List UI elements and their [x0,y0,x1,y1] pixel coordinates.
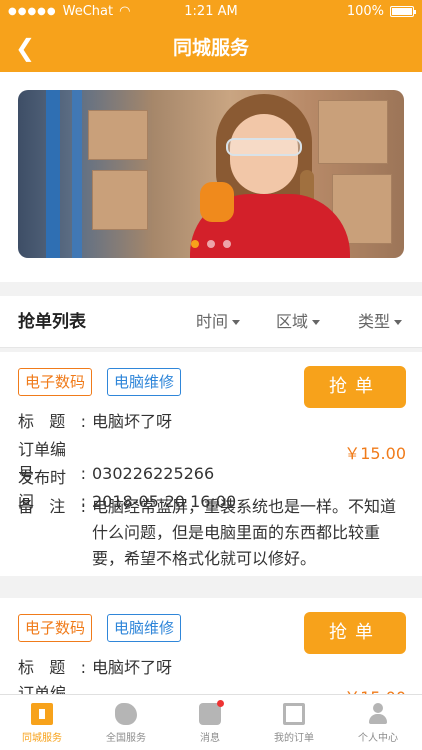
filter-region[interactable]: 区域 [276,296,321,348]
banner-image-shelf [46,90,60,258]
note-row: 备注: 电脑经常蓝屏，重装系统也是一样。不知道什么问题，但是电脑里面的东西都比较… [18,494,408,572]
banner-image-shelf [72,90,82,258]
order-title: 电脑坏了呀 [92,658,173,677]
page-title: 同城服务 [172,37,249,59]
filter-bar: 抢单列表 时间 区域 类型 [0,296,422,348]
tab-label: 同城服务 [22,733,62,744]
banner-image-box [318,100,388,164]
tab-my-orders[interactable]: 我的订单 [252,695,336,750]
order-card: 电子数码 电脑维修 抢单 标题:电脑坏了呀 订单编号:030226225266 … [0,598,422,694]
carousel-dot[interactable] [223,240,231,248]
filter-time[interactable]: 时间 [196,296,241,348]
message-icon [199,700,224,725]
order-title-row: 标题: 电脑坏了呀 [18,656,172,680]
caret-down-icon [394,320,403,325]
list-title: 抢单列表 [18,312,86,332]
banner-image-box [88,110,148,160]
grab-order-button[interactable]: 抢单 [304,366,406,408]
banner-section [0,72,422,282]
carousel-dot[interactable] [191,240,199,248]
tab-city-service[interactable]: 同城服务 [0,695,84,750]
order-card: 电子数码 电脑维修 抢单 标题:电脑坏了呀 订单编号:030226225266 … [0,352,422,576]
title-label: 标题: [18,658,86,677]
tab-profile[interactable]: 个人中心 [336,695,420,750]
battery-percent: 100% [346,4,384,19]
tab-label: 全国服务 [106,733,146,744]
banner-carousel[interactable] [18,90,404,258]
banner-image-glove [200,182,234,222]
filter-region-label: 区域 [276,312,309,331]
order-price: ￥15.00 [344,444,406,463]
user-icon [367,703,389,725]
carousel-indicators [18,240,404,248]
filter-time-label: 时间 [196,312,229,331]
tab-country-service[interactable]: 全国服务 [84,695,168,750]
title-label: 标题: [18,412,86,431]
order-number-label: 订单编号: [18,684,67,694]
status-bar: ●●●●● WeChat ◠ 1:21 AM 100% [0,0,422,24]
subcategory-tag: 电脑维修 [107,368,182,396]
order-title-row: 标题: 电脑坏了呀 [18,410,172,434]
battery-icon [390,6,416,17]
order-number-row: 订单编号:030226225266 [18,682,214,694]
note-text: 电脑经常蓝屏，重装系统也是一样。不知道什么问题，但是电脑里面的东西都比较重要，希… [92,497,397,568]
grab-order-button[interactable]: 抢单 [304,612,406,654]
order-price: ￥15.00 [344,684,406,694]
tab-label: 我的订单 [274,733,314,744]
tab-label: 个人中心 [358,733,398,744]
tab-label: 消息 [200,733,220,744]
nav-bar: ❮ 同城服务 [0,24,422,72]
caret-down-icon [312,320,321,325]
order-title: 电脑坏了呀 [92,412,173,431]
orders-icon [283,703,305,725]
subcategory-tag: 电脑维修 [107,614,182,642]
filter-type-label: 类型 [358,312,391,331]
caret-down-icon [232,320,241,325]
country-service-icon [115,703,137,725]
note-label: 备注: [18,497,86,516]
carousel-dot[interactable] [207,240,215,248]
tab-messages[interactable]: 消息 [168,695,252,750]
banner-image-goggles [226,138,302,156]
banner-image-box [92,170,148,230]
filter-type[interactable]: 类型 [358,296,403,348]
category-tag: 电子数码 [18,368,93,396]
bottom-tab-bar: 同城服务 全国服务 消息 我的订单 个人中心 [0,694,422,750]
city-service-icon [31,703,53,725]
category-tag: 电子数码 [18,614,93,642]
